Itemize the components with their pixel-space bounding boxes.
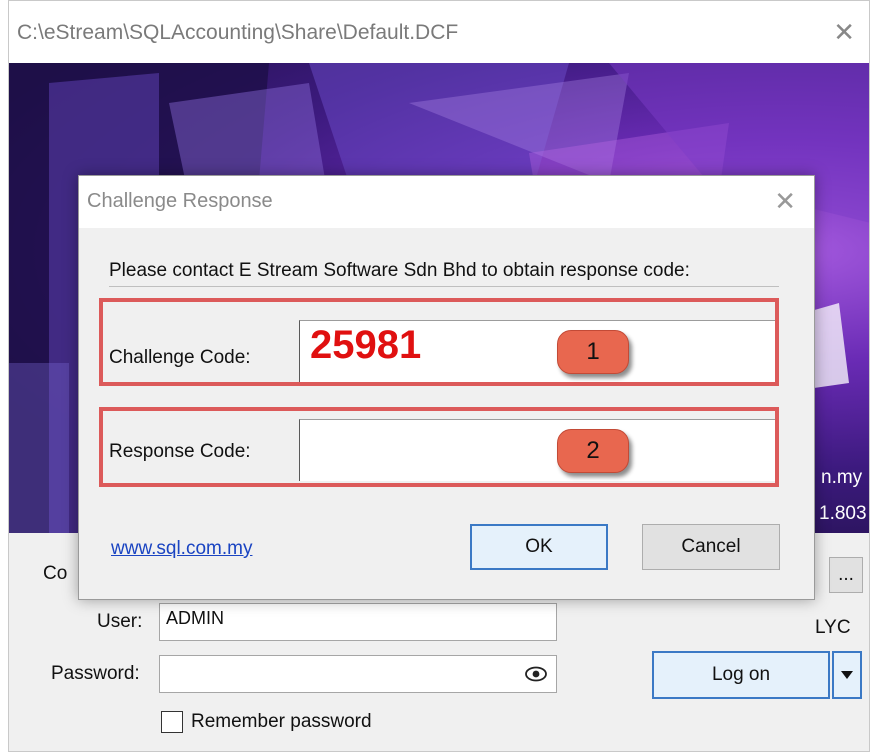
main-close-icon[interactable]: ✕ <box>833 17 855 48</box>
ok-label: OK <box>525 536 553 557</box>
ok-button[interactable]: OK <box>470 524 608 570</box>
challenge-code-value: 25981 <box>310 323 422 367</box>
dialog-title: Challenge Response <box>87 190 273 212</box>
challenge-code-highlight: Challenge Code: 25981 <box>99 298 779 386</box>
password-label: Password: <box>51 663 140 684</box>
logon-button[interactable]: Log on <box>652 651 830 699</box>
annotation-badge-1: 1 <box>557 330 629 374</box>
company-label: Co <box>43 563 68 584</box>
main-titlebar: C:\eStream\SQLAccounting\Share\Default.D… <box>9 1 869 63</box>
banner-text-version: 1.803 <box>819 503 867 524</box>
main-window-title: C:\eStream\SQLAccounting\Share\Default.D… <box>17 21 459 44</box>
response-code-highlight: Response Code: <box>99 407 779 487</box>
banner-text-website: n.my <box>821 467 863 488</box>
divider <box>109 286 779 287</box>
caret-down-icon <box>841 671 853 679</box>
lyc-label: LYC <box>815 617 851 638</box>
cancel-button[interactable]: Cancel <box>642 524 780 570</box>
logon-dropdown-button[interactable] <box>832 651 862 699</box>
password-input[interactable] <box>159 655 557 693</box>
challenge-response-dialog: Challenge Response ✕ Please contact E St… <box>78 175 815 600</box>
dialog-close-icon[interactable]: ✕ <box>774 186 796 217</box>
user-label: User: <box>97 611 143 632</box>
remember-checkbox[interactable] <box>161 711 183 733</box>
browse-button[interactable]: ... <box>829 557 863 593</box>
response-code-input[interactable] <box>299 419 775 481</box>
user-input[interactable]: ADMIN <box>159 603 557 641</box>
dialog-message: Please contact E Stream Software Sdn Bhd… <box>109 260 690 281</box>
dialog-titlebar: Challenge Response ✕ <box>79 176 814 228</box>
remember-label: Remember password <box>191 711 372 732</box>
website-link[interactable]: www.sql.com.my <box>111 538 252 560</box>
eye-icon[interactable] <box>525 666 547 682</box>
annotation-badge-2: 2 <box>557 429 629 473</box>
cancel-label: Cancel <box>681 536 741 557</box>
logon-label: Log on <box>711 664 771 685</box>
response-code-label: Response Code: <box>109 441 251 462</box>
challenge-code-label: Challenge Code: <box>109 347 251 368</box>
challenge-code-field: 25981 <box>299 320 775 382</box>
